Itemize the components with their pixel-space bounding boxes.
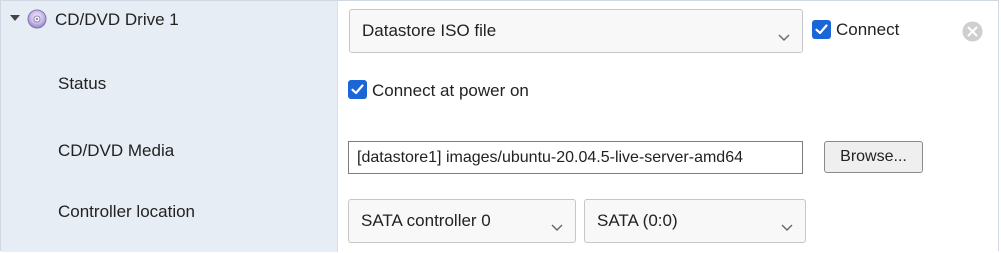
connect-at-power-on-label: Connect at power on xyxy=(372,81,529,100)
connect-label: Connect xyxy=(836,20,900,39)
chevron-down-icon xyxy=(781,217,793,231)
device-value-cell: Datastore ISO file Connect xyxy=(338,1,998,62)
status-label-cell: Status xyxy=(1,62,338,129)
controller-node-select[interactable]: SATA (0:0) xyxy=(584,199,806,243)
controller-select-value: SATA controller 0 xyxy=(361,211,491,230)
device-label-cell: CD/DVD Drive 1 xyxy=(1,1,338,62)
controller-location-label: Controller location xyxy=(58,202,196,221)
chevron-down-icon xyxy=(778,27,790,41)
remove-device-icon[interactable] xyxy=(962,21,983,42)
connect-at-power-on-checkbox[interactable] xyxy=(348,80,367,99)
iso-path-value: [datastore1] images/ubuntu-20.04.5-live-… xyxy=(357,148,743,166)
collapse-caret-icon[interactable] xyxy=(10,15,20,21)
controller-select[interactable]: SATA controller 0 xyxy=(348,199,576,243)
media-label-cell: CD/DVD Media xyxy=(1,129,338,189)
status-value-cell: Connect at power on xyxy=(338,62,998,129)
browse-button-label: Browse... xyxy=(840,148,907,165)
media-source-value: Datastore ISO file xyxy=(362,21,497,40)
media-value-cell: [datastore1] images/ubuntu-20.04.5-live-… xyxy=(338,129,998,189)
controller-value-cell: SATA controller 0 SATA (0:0) xyxy=(338,189,998,252)
connect-checkbox[interactable] xyxy=(812,20,831,39)
controller-label-cell: Controller location xyxy=(1,189,338,252)
device-title: CD/DVD Drive 1 xyxy=(55,10,179,29)
cd-dvd-drive-panel: CD/DVD Drive 1 Datastore ISO file Connec… xyxy=(0,0,999,252)
cd-dvd-disc-icon xyxy=(27,9,47,29)
iso-path-input[interactable]: [datastore1] images/ubuntu-20.04.5-live-… xyxy=(348,141,803,174)
controller-node-value: SATA (0:0) xyxy=(597,211,678,230)
status-label: Status xyxy=(58,74,107,93)
media-label: CD/DVD Media xyxy=(58,141,175,160)
status-row: Status Connect at power on xyxy=(1,62,998,130)
media-source-select[interactable]: Datastore ISO file xyxy=(349,9,803,53)
browse-button[interactable]: Browse... xyxy=(824,141,923,173)
chevron-down-icon xyxy=(551,217,563,231)
media-row: CD/DVD Media [datastore1] images/ubuntu-… xyxy=(1,129,998,190)
controller-row: Controller location SATA controller 0 SA… xyxy=(1,189,998,252)
device-row: CD/DVD Drive 1 Datastore ISO file Connec… xyxy=(1,1,998,63)
